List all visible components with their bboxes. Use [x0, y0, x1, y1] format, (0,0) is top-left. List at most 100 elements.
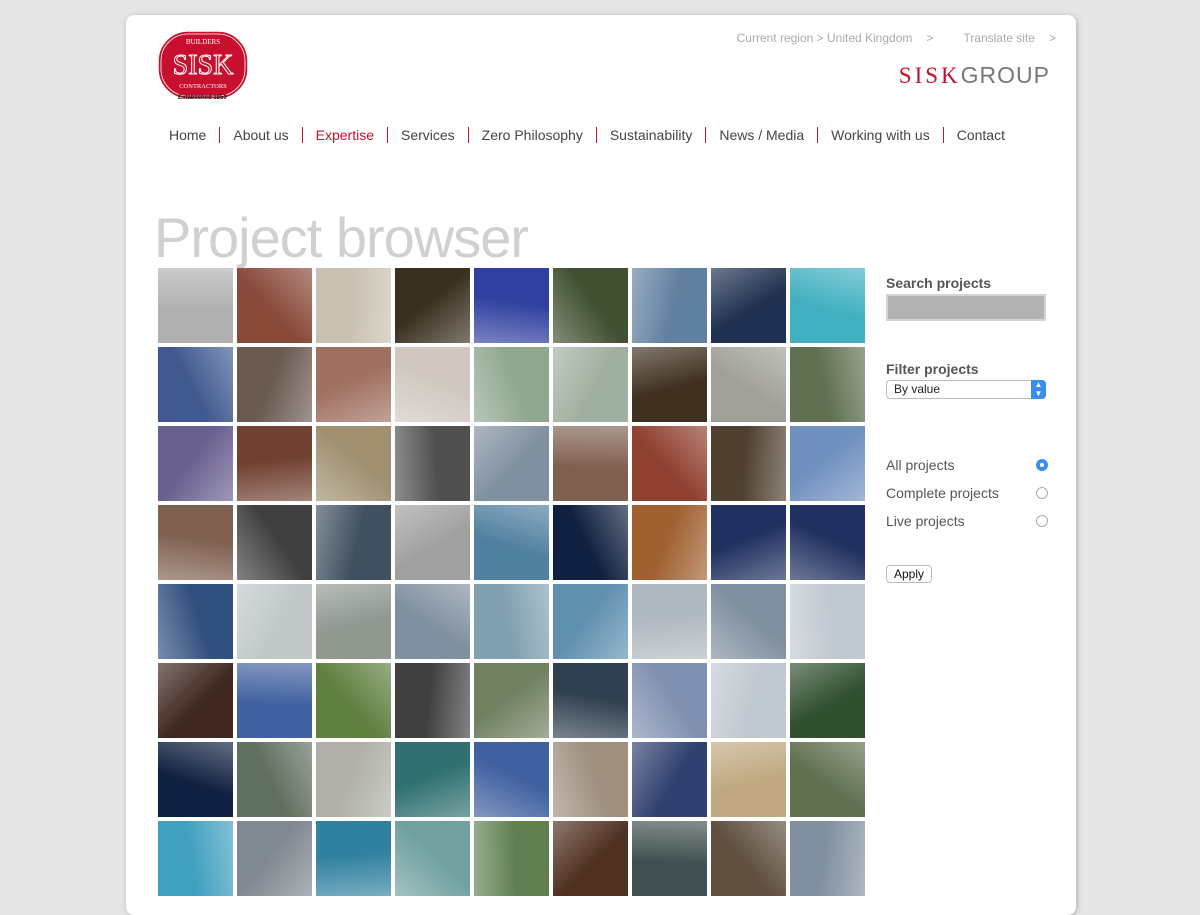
project-thumbnail[interactable]: [790, 663, 865, 738]
project-thumbnail[interactable]: [395, 663, 470, 738]
project-thumbnail[interactable]: [395, 821, 470, 896]
radio-complete-projects[interactable]: Complete projects: [886, 479, 1048, 507]
project-thumbnail[interactable]: [316, 584, 391, 659]
chevron-right-icon: >: [926, 31, 934, 45]
sisk-logo[interactable]: BUILDERS SISK CONTRACTORS: [156, 29, 250, 105]
project-thumbnail[interactable]: [158, 742, 233, 817]
project-thumbnail[interactable]: [158, 347, 233, 422]
project-thumbnail[interactable]: [474, 663, 549, 738]
nav-item-zero-philosophy[interactable]: Zero Philosophy: [467, 127, 596, 143]
established-text: Established 1859: [178, 95, 227, 101]
project-thumbnail[interactable]: [553, 821, 628, 896]
radio-button[interactable]: [1036, 515, 1048, 527]
project-thumbnail[interactable]: [790, 821, 865, 896]
nav-item-expertise[interactable]: Expertise: [301, 127, 387, 143]
project-thumbnail[interactable]: [237, 742, 312, 817]
project-thumbnail[interactable]: [474, 742, 549, 817]
project-thumbnail[interactable]: [711, 742, 786, 817]
project-thumbnail[interactable]: [316, 426, 391, 501]
radio-button[interactable]: [1036, 459, 1048, 471]
project-thumbnail[interactable]: [632, 821, 707, 896]
project-thumbnail[interactable]: [395, 426, 470, 501]
project-thumbnail[interactable]: [711, 663, 786, 738]
project-thumbnail[interactable]: [316, 268, 391, 343]
project-thumbnail[interactable]: [790, 505, 865, 580]
project-thumbnail[interactable]: [553, 347, 628, 422]
project-thumbnail[interactable]: [158, 268, 233, 343]
project-thumbnail[interactable]: [790, 347, 865, 422]
logo-top-text: BUILDERS: [186, 38, 220, 46]
sisk-group-logo[interactable]: SISKGROUP: [899, 62, 1050, 89]
project-thumbnail[interactable]: [158, 505, 233, 580]
apply-button[interactable]: Apply: [886, 565, 933, 583]
nav-item-home[interactable]: Home: [156, 127, 219, 143]
project-thumbnail[interactable]: [237, 663, 312, 738]
project-thumbnail[interactable]: [237, 505, 312, 580]
project-thumbnail[interactable]: [711, 347, 786, 422]
project-thumbnail[interactable]: [158, 821, 233, 896]
project-thumbnail[interactable]: [158, 584, 233, 659]
project-thumbnail[interactable]: [553, 742, 628, 817]
project-thumbnail[interactable]: [316, 505, 391, 580]
project-thumbnail[interactable]: [474, 426, 549, 501]
project-thumbnail[interactable]: [553, 584, 628, 659]
project-thumbnail[interactable]: [158, 426, 233, 501]
nav-item-contact[interactable]: Contact: [942, 127, 1018, 143]
project-thumbnail[interactable]: [553, 426, 628, 501]
project-thumbnail[interactable]: [474, 347, 549, 422]
radio-all-projects[interactable]: All projects: [886, 451, 1048, 479]
project-thumbnail[interactable]: [632, 347, 707, 422]
project-thumbnail[interactable]: [316, 347, 391, 422]
project-thumbnail[interactable]: [711, 584, 786, 659]
project-thumbnail[interactable]: [474, 584, 549, 659]
project-thumbnail[interactable]: [632, 742, 707, 817]
project-thumbnail[interactable]: [632, 426, 707, 501]
project-thumbnail[interactable]: [316, 821, 391, 896]
project-thumbnail[interactable]: [237, 584, 312, 659]
project-thumbnail[interactable]: [553, 505, 628, 580]
project-thumbnail[interactable]: [474, 505, 549, 580]
project-thumbnail[interactable]: [553, 663, 628, 738]
chevron-right-icon: >: [1048, 31, 1056, 45]
search-input[interactable]: [886, 294, 1046, 321]
project-thumbnail[interactable]: [237, 347, 312, 422]
project-thumbnail[interactable]: [237, 821, 312, 896]
project-thumbnail[interactable]: [237, 426, 312, 501]
project-thumbnail[interactable]: [711, 268, 786, 343]
project-thumbnail[interactable]: [395, 347, 470, 422]
translate-link[interactable]: Translate site: [963, 31, 1035, 45]
project-thumbnail[interactable]: [237, 268, 312, 343]
project-thumbnail[interactable]: [711, 505, 786, 580]
project-thumbnail[interactable]: [632, 663, 707, 738]
project-thumbnail[interactable]: [316, 663, 391, 738]
radio-button[interactable]: [1036, 487, 1048, 499]
nav-item-sustainability[interactable]: Sustainability: [595, 127, 706, 143]
project-thumbnail[interactable]: [553, 268, 628, 343]
project-thumbnail[interactable]: [395, 505, 470, 580]
region-link[interactable]: Current region > United Kingdom: [737, 31, 913, 45]
project-thumbnail[interactable]: [790, 584, 865, 659]
project-thumbnail[interactable]: [158, 663, 233, 738]
nav-item-news-media[interactable]: News / Media: [705, 127, 817, 143]
project-thumbnail[interactable]: [474, 268, 549, 343]
project-thumbnail[interactable]: [395, 268, 470, 343]
project-thumbnail[interactable]: [790, 426, 865, 501]
project-status-radios: All projects Complete projects Live projec…: [886, 451, 1048, 535]
project-thumbnail[interactable]: [316, 742, 391, 817]
nav-item-about-us[interactable]: About us: [219, 127, 301, 143]
filter-select[interactable]: By value ▲ ▼: [886, 380, 1046, 399]
nav-item-services[interactable]: Services: [386, 127, 468, 143]
project-thumbnail[interactable]: [711, 426, 786, 501]
project-thumbnail[interactable]: [395, 742, 470, 817]
group-logo-sisk: SISK: [898, 63, 961, 88]
project-thumbnail[interactable]: [632, 584, 707, 659]
project-thumbnail[interactable]: [474, 821, 549, 896]
project-thumbnail[interactable]: [632, 268, 707, 343]
project-thumbnail[interactable]: [790, 742, 865, 817]
radio-live-projects[interactable]: Live projects: [886, 507, 1048, 535]
project-thumbnail[interactable]: [395, 584, 470, 659]
nav-item-working-with-us[interactable]: Working with us: [817, 127, 943, 143]
project-thumbnail[interactable]: [790, 268, 865, 343]
project-thumbnail[interactable]: [711, 821, 786, 896]
project-thumbnail[interactable]: [632, 505, 707, 580]
